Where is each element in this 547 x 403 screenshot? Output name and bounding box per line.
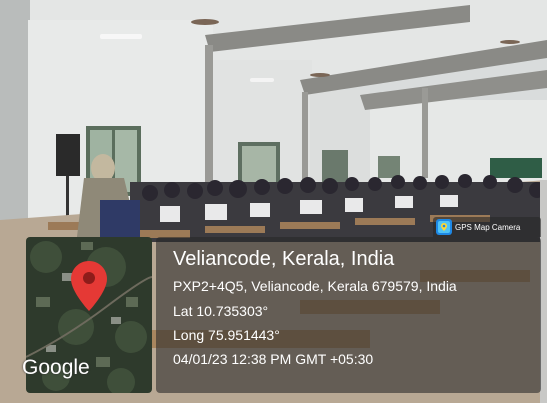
longitude: Long 75.951443°: [173, 327, 280, 343]
badge-label: GPS Map Camera: [455, 222, 521, 232]
location-title: Veliancode, Kerala, India: [173, 248, 395, 270]
location-address: PXP2+4Q5, Veliancode, Kerala 679579, Ind…: [173, 278, 457, 294]
gps-map-camera-badge: GPS Map Camera: [433, 217, 541, 237]
location-pin-icon: [71, 261, 107, 311]
google-logo: Google: [22, 356, 90, 379]
location-info-panel: Veliancode, Kerala, India PXP2+4Q5, Veli…: [156, 237, 541, 393]
timestamp: 04/01/23 12:38 PM GMT +05:30: [173, 351, 374, 367]
latitude: Lat 10.735303°: [173, 303, 269, 319]
gps-map-camera-icon: [436, 219, 452, 235]
